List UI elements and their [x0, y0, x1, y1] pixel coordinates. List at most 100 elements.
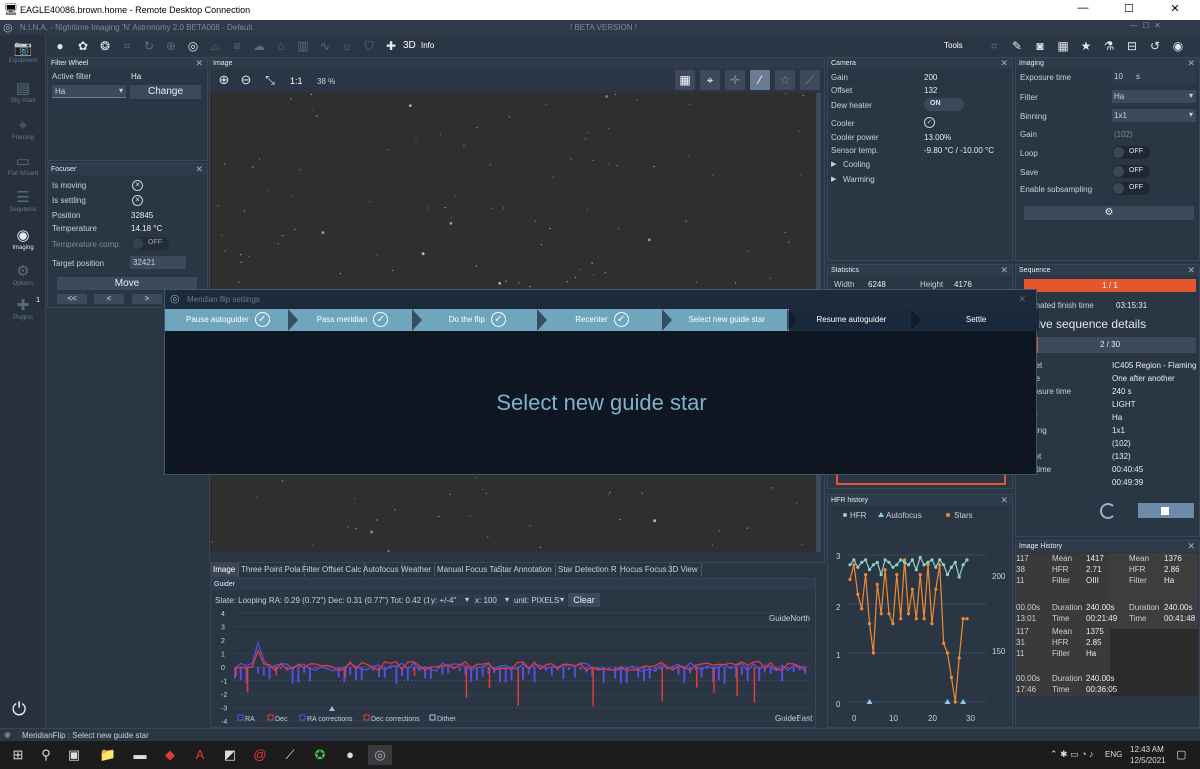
y-scale-select[interactable]: y: +/-4" ▾ — [429, 594, 471, 606]
close-icon[interactable]: ✕ — [1187, 265, 1195, 276]
phd-icon[interactable]: ✪ — [308, 745, 332, 765]
clear-button[interactable]: Clear — [568, 593, 600, 607]
step-back-button[interactable]: < — [94, 294, 124, 304]
close-icon[interactable]: ✕ — [1187, 541, 1195, 552]
plugin-icon[interactable]: ✚ — [383, 38, 399, 54]
history-thumb[interactable] — [1110, 629, 1198, 696]
pulse-icon[interactable]: ∿ — [317, 38, 333, 54]
filter-select[interactable]: Ha ▾ — [52, 85, 126, 98]
temp-comp-toggle[interactable]: OFF — [131, 237, 169, 250]
tray-icons[interactable]: ⌃ ✱ ▭ ◔ ♪ — [1050, 749, 1094, 760]
nina-window-controls[interactable]: — ☐ ✕ — [1130, 21, 1161, 30]
warming-expander[interactable]: Warming — [843, 175, 875, 184]
chart-icon[interactable]: ▥ — [295, 38, 311, 54]
rotator-icon[interactable]: ⌗ — [119, 38, 135, 54]
step-forward-button[interactable]: > — [132, 294, 162, 304]
nav-sequence[interactable]: ☰ Sequence — [3, 189, 43, 223]
x-scale-select[interactable]: x: 100 ▾ — [473, 594, 511, 606]
nina-task-icon[interactable]: ◎ — [368, 745, 392, 765]
nav-sky-atlas[interactable]: ▤ Sky Atlas — [3, 80, 43, 114]
stop-button[interactable] — [1138, 503, 1194, 518]
save-toggle[interactable]: OFF — [1112, 165, 1150, 178]
target-icon[interactable]: ◎ — [185, 38, 201, 54]
zoom-in-icon[interactable]: ⊕ — [216, 72, 232, 88]
switch-icon[interactable]: ≡ — [229, 38, 245, 54]
maximize-icon[interactable]: ☐ — [1106, 2, 1152, 18]
shield-icon[interactable]: ⛉ — [361, 38, 377, 54]
nav-plugins[interactable]: ✚ Plugins 1 — [3, 297, 43, 331]
explorer-icon[interactable]: 📁 — [96, 745, 120, 765]
loop-toggle[interactable]: OFF — [1112, 146, 1150, 159]
capture-button[interactable]: ⚙ — [1024, 206, 1194, 220]
tool-lens-icon[interactable]: ◙ — [1032, 38, 1048, 54]
tab-5[interactable]: Manual Focus Ta — [434, 563, 502, 577]
weather-icon[interactable]: ☁ — [251, 38, 267, 54]
target-position-input[interactable]: 32421 — [130, 256, 186, 269]
app-icon[interactable]: ◆ — [158, 745, 182, 765]
zoom-out-icon[interactable]: ⊖ — [238, 72, 254, 88]
tab-4[interactable]: Weather — [398, 563, 436, 577]
close-icon[interactable]: ✕ — [1000, 495, 1008, 506]
tab-1[interactable]: Three Point Pola — [238, 563, 305, 577]
camera-connect-icon[interactable]: ● — [52, 38, 68, 54]
change-filter-button[interactable]: Change — [130, 85, 201, 99]
close-icon[interactable]: ✕ — [1000, 265, 1008, 276]
binning-select[interactable]: 1x1 ▾ — [1112, 109, 1196, 122]
tab-3[interactable]: Autofocus — [360, 563, 403, 577]
nav-equipment[interactable]: 📷 Equipment — [3, 40, 43, 74]
tool-calc-icon[interactable]: ▦ — [1055, 38, 1071, 54]
chevron-right-icon[interactable]: ▶ — [831, 160, 836, 168]
exposure-input[interactable]: 10 s — [1112, 70, 1196, 83]
minimize-icon[interactable]: — — [1060, 2, 1106, 18]
tool-filter-icon[interactable]: ⚗ — [1101, 38, 1117, 54]
star-icon[interactable]: ☆ — [775, 70, 795, 90]
power-icon[interactable]: ⏻ — [12, 699, 26, 720]
one-to-one-button[interactable]: 1:1 — [290, 76, 303, 86]
close-icon[interactable]: ✕ — [1018, 294, 1026, 305]
telescope-icon[interactable]: ⟋ — [278, 745, 302, 765]
line-icon[interactable]: ⟋ — [800, 70, 820, 90]
tab-8[interactable]: Hocus Focus — [617, 563, 671, 577]
search-icon[interactable]: ⚲ — [34, 745, 58, 765]
tab-2[interactable]: Filter Offset Calc — [299, 563, 366, 577]
tool-eye-icon[interactable]: ◉ — [1170, 38, 1186, 54]
tab-0[interactable]: Image — [210, 563, 240, 577]
mount-icon[interactable]: ↻ — [141, 38, 157, 54]
tab-6[interactable]: Star Annotation — [494, 563, 556, 577]
notification-icon[interactable]: ▢ — [1176, 748, 1186, 761]
bulb-icon[interactable]: ☼ — [339, 38, 355, 54]
tool-crop-icon[interactable]: ⌗ — [986, 38, 1002, 54]
filter-select[interactable]: Ha ▾ — [1112, 90, 1196, 103]
crosshair-icon[interactable]: ⌖ — [700, 70, 720, 90]
unit-select[interactable]: unit: PIXELS ▾ — [512, 594, 566, 606]
close-icon[interactable]: ✕ — [1000, 58, 1008, 69]
nav-imaging[interactable]: ◉ Imaging — [3, 227, 43, 261]
house-icon[interactable]: ⌂ — [273, 38, 289, 54]
taskview-icon[interactable]: ▣ — [62, 745, 86, 765]
moon-icon[interactable]: ● — [338, 745, 362, 765]
filterwheel-icon[interactable]: ✿ — [75, 38, 91, 54]
asi-icon[interactable]: A — [188, 745, 212, 765]
app2-icon[interactable]: ◩ — [218, 745, 242, 765]
nav-flat-wizard[interactable]: ▭ Flat Wizard — [3, 153, 43, 187]
nav-framing[interactable]: ⌖ Framing — [3, 117, 43, 151]
cooling-expander[interactable]: Cooling — [843, 160, 870, 169]
wand-icon[interactable]: ⁄ — [750, 70, 770, 90]
close-icon[interactable]: ✕ — [1152, 2, 1198, 18]
grid-icon[interactable]: ▦ — [675, 70, 695, 90]
dome-icon[interactable]: ⌓ — [207, 38, 223, 54]
threed-button[interactable]: 3D — [403, 40, 416, 51]
tab-9[interactable]: 3D View — [665, 563, 702, 577]
fit-icon[interactable]: ⤡ — [262, 72, 278, 88]
close-icon[interactable]: ✕ — [195, 164, 203, 175]
step-back-large-button[interactable]: << — [57, 294, 87, 304]
dew-heater-toggle[interactable]: ON — [924, 98, 964, 111]
focuser-icon[interactable]: ❂ — [97, 38, 113, 54]
info-button[interactable]: Info — [421, 41, 434, 50]
tool-pen-icon[interactable]: ✎ — [1009, 38, 1025, 54]
tool-meter-icon[interactable]: ⊟ — [1124, 38, 1140, 54]
subsampling-toggle[interactable]: OFF — [1112, 182, 1150, 195]
windows-start-icon[interactable]: ⊞ — [6, 745, 30, 765]
close-icon[interactable]: ✕ — [195, 58, 203, 69]
nav-options[interactable]: ⚙ Options — [3, 263, 43, 297]
